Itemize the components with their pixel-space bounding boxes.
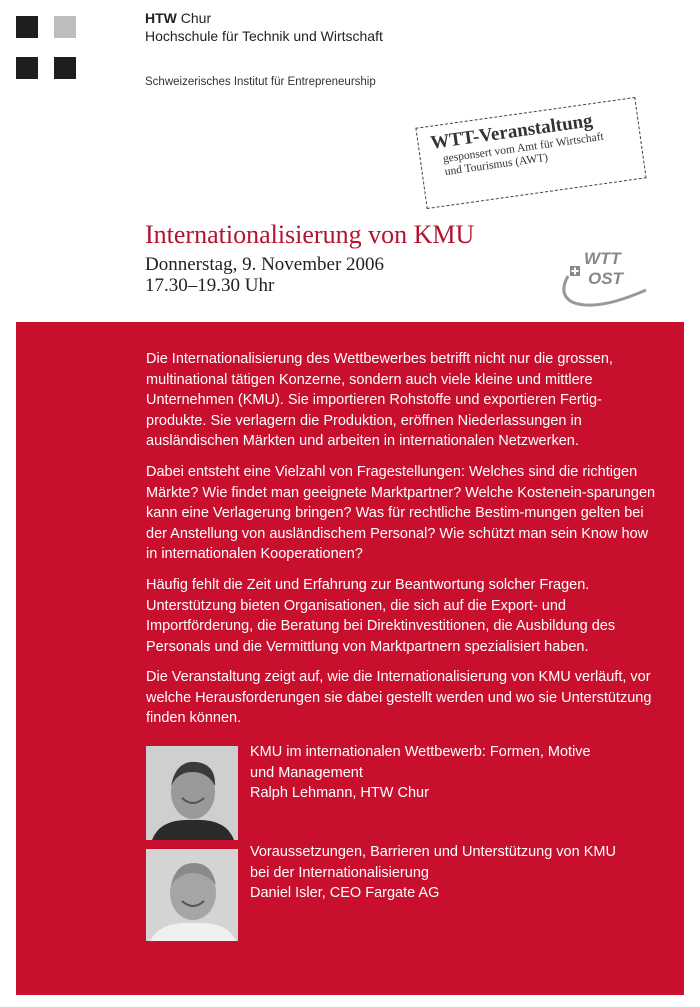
event-title: Internationalisierung von KMU bbox=[145, 220, 475, 249]
speaker-1-name: Ralph Lehmann, HTW Chur bbox=[250, 785, 429, 801]
speaker-photo-1 bbox=[146, 746, 238, 840]
wtt-logo-bottom: OST bbox=[588, 269, 625, 288]
speaker-info-2: Voraussetzungen, Barrieren und Unterstüt… bbox=[250, 842, 670, 904]
speaker-2-topic-line1: Voraussetzungen, Barrieren und Unterstüt… bbox=[250, 844, 616, 860]
body-paragraph-2: Dabei entsteht eine Vielzahl von Fragest… bbox=[146, 464, 656, 562]
event-date: Donnerstag, 9. November 2006 bbox=[145, 254, 385, 275]
wtt-logo-top: WTT bbox=[584, 249, 622, 268]
event-time: 17.30–19.30 Uhr bbox=[145, 275, 275, 296]
body-paragraph-3: Häufig fehlt die Zeit und Erfahrung zur … bbox=[146, 577, 616, 655]
logo-square-top-left bbox=[16, 16, 38, 38]
body-paragraph-1: Die Internationalisierung des Wettbewerb… bbox=[146, 351, 613, 449]
speaker-1-topic-line2: und Management bbox=[250, 764, 363, 781]
wtt-ost-logo: WTT OST bbox=[562, 249, 647, 307]
body-paragraph-4: Die Veranstaltung zeigt auf, wie die Int… bbox=[146, 669, 652, 726]
org-short: HTW bbox=[145, 10, 177, 26]
logo-square-bottom-left bbox=[16, 57, 38, 79]
org-name: HTW Chur bbox=[145, 10, 211, 26]
org-city: Chur bbox=[176, 10, 212, 26]
speaker-2-topic-line2: bei der Internationalisierung bbox=[250, 864, 429, 881]
org-full-name: Hochschule für Technik und Wirtschaft bbox=[145, 28, 383, 44]
logo-square-bottom-right bbox=[54, 57, 76, 79]
speaker-photo-2 bbox=[146, 849, 238, 941]
institute-name: Schweizerisches Institut für Entrepreneu… bbox=[145, 76, 376, 88]
sponsor-stamp: WTT-Veranstaltung gesponsert vom Amt für… bbox=[415, 96, 647, 210]
speaker-info-1: KMU im internationalen Wettbewerb: Forme… bbox=[250, 742, 670, 804]
speaker-1-topic-line1: KMU im internationalen Wettbewerb: Forme… bbox=[250, 744, 591, 760]
speaker-2-name: Daniel Isler, CEO Fargate AG bbox=[250, 885, 440, 901]
logo-square-top-right bbox=[54, 16, 76, 38]
